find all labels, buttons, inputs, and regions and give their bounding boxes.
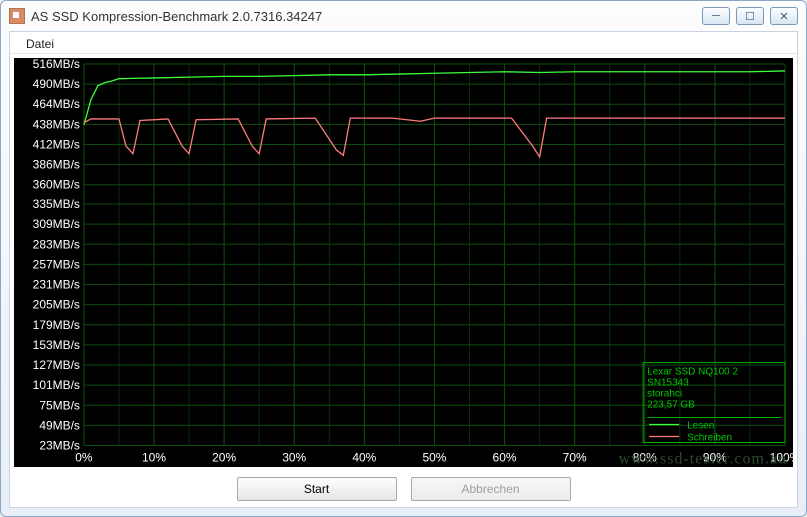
svg-text:309MB/s: 309MB/s [33,217,80,231]
svg-text:386MB/s: 386MB/s [33,158,80,172]
svg-text:49MB/s: 49MB/s [39,418,80,432]
svg-text:360MB/s: 360MB/s [33,178,80,192]
titlebar[interactable]: AS SSD Kompression-Benchmark 2.0.7316.34… [1,1,806,31]
cancel-button: Abbrechen [411,477,571,501]
app-window: AS SSD Kompression-Benchmark 2.0.7316.34… [0,0,807,517]
svg-text:70%: 70% [563,450,587,464]
button-bar: Start Abbrechen [10,471,797,507]
svg-text:30%: 30% [282,450,306,464]
svg-text:127MB/s: 127MB/s [33,358,80,372]
svg-text:SN15343: SN15343 [647,378,689,389]
svg-text:412MB/s: 412MB/s [33,137,80,151]
menu-file[interactable]: Datei [20,35,60,53]
svg-text:490MB/s: 490MB/s [33,77,80,91]
window-title: AS SSD Kompression-Benchmark 2.0.7316.34… [31,9,702,24]
svg-text:179MB/s: 179MB/s [33,318,80,332]
svg-text:516MB/s: 516MB/s [33,58,80,71]
svg-text:101MB/s: 101MB/s [33,378,80,392]
svg-text:10%: 10% [142,450,166,464]
close-button[interactable]: ✕ [770,7,798,25]
client-area: Datei 23MB/s 49MB/s 75MB/s 101MB/s 127MB/s 15… [9,31,798,508]
svg-text:464MB/s: 464MB/s [33,97,80,111]
svg-text:257MB/s: 257MB/s [33,257,80,271]
svg-text:0%: 0% [75,450,93,464]
svg-text:153MB/s: 153MB/s [33,338,80,352]
svg-text:23MB/s: 23MB/s [39,438,80,452]
svg-text:40%: 40% [352,450,376,464]
svg-text:438MB/s: 438MB/s [33,117,80,131]
svg-text:205MB/s: 205MB/s [33,298,80,312]
svg-text:www.ssd-tester.com.au: www.ssd-tester.com.au [618,450,787,467]
svg-text:storahci: storahci [647,389,682,400]
maximize-button[interactable]: ☐ [736,7,764,25]
start-button[interactable]: Start [237,477,397,501]
chart-area: 23MB/s 49MB/s 75MB/s 101MB/s 127MB/s 153MB/s 1… [14,58,793,467]
svg-text:231MB/s: 231MB/s [33,278,80,292]
svg-text:20%: 20% [212,450,236,464]
svg-text:50%: 50% [422,450,446,464]
menubar: Datei [10,32,797,54]
window-controls: ─ ☐ ✕ [702,7,798,25]
svg-text:60%: 60% [493,450,517,464]
svg-text:335MB/s: 335MB/s [33,197,80,211]
svg-text:Schreiben: Schreiben [687,433,732,444]
svg-text:223,57 GB: 223,57 GB [647,400,695,411]
svg-text:Lesen: Lesen [687,421,714,432]
chart-svg: 23MB/s 49MB/s 75MB/s 101MB/s 127MB/s 153MB/s 1… [14,58,793,467]
svg-text:Lexar SSD NQ100 2: Lexar SSD NQ100 2 [647,367,738,378]
svg-text:75MB/s: 75MB/s [39,398,80,412]
svg-text:283MB/s: 283MB/s [33,237,80,251]
minimize-button[interactable]: ─ [702,7,730,25]
app-icon [9,8,25,24]
